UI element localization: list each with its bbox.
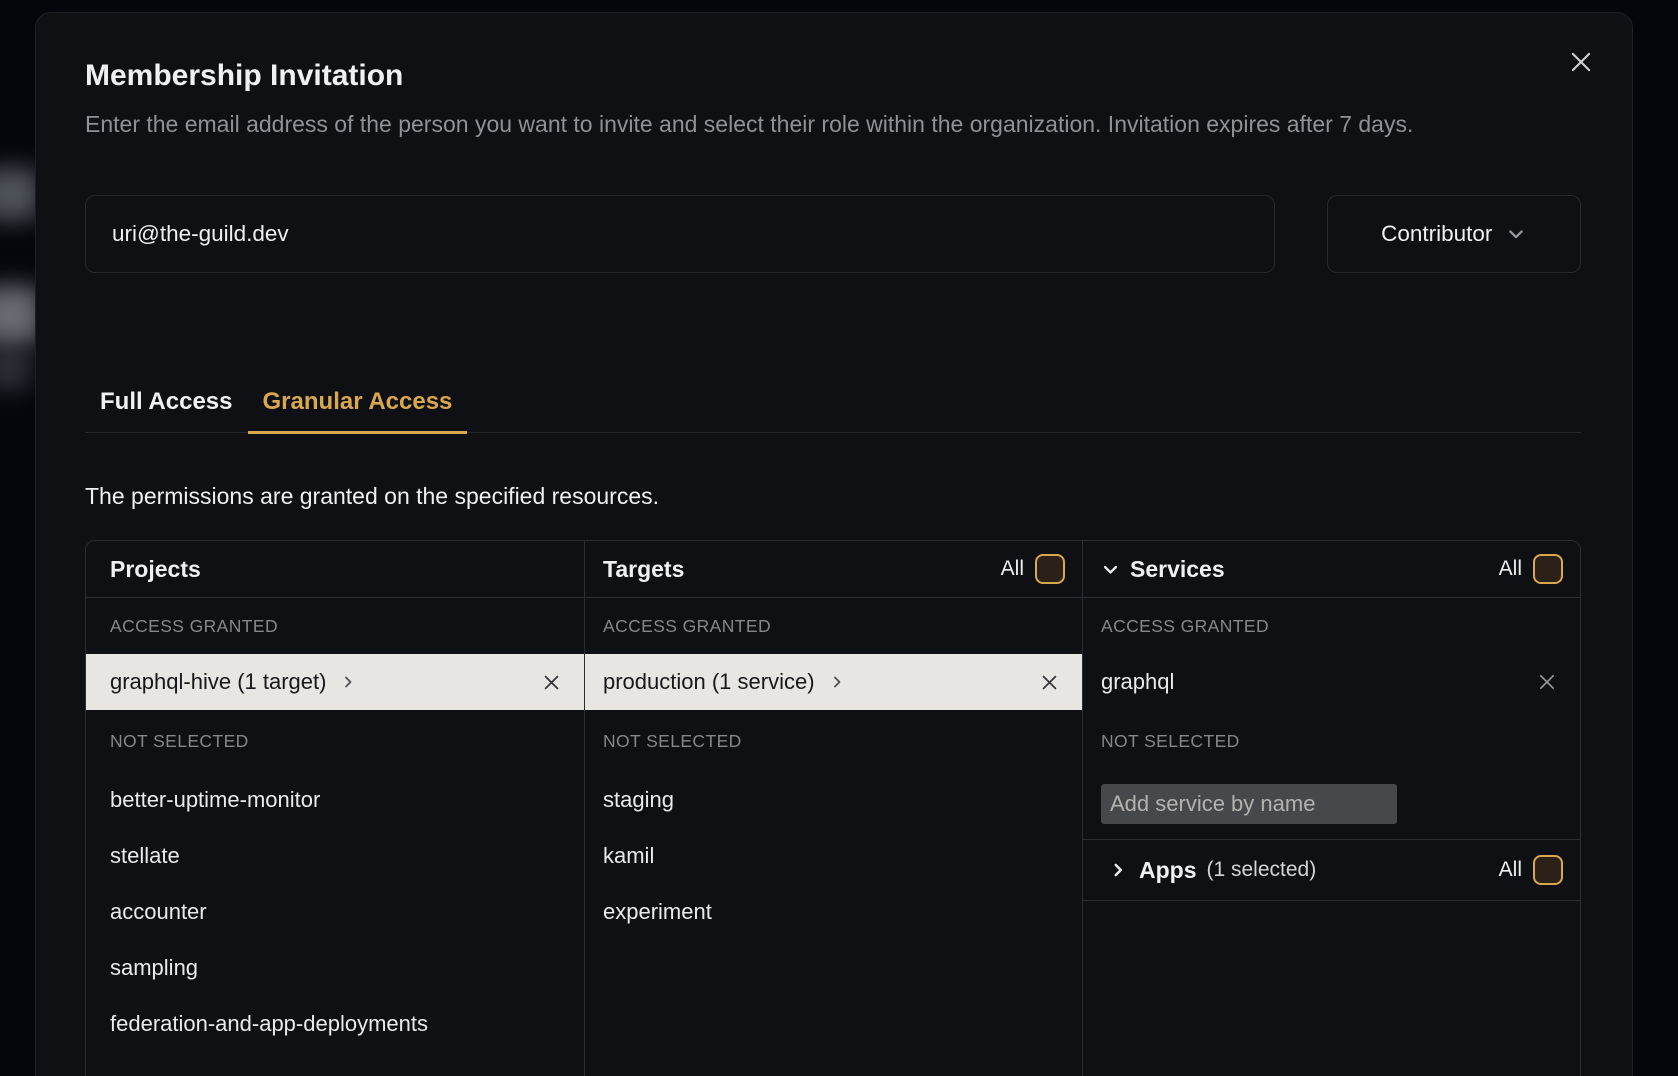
access-granted-label: ACCESS GRANTED	[86, 598, 584, 654]
services-all-checkbox[interactable]	[1533, 554, 1563, 584]
target-selected-row[interactable]: production (1 service)	[585, 654, 1082, 710]
project-item[interactable]: sampling	[86, 940, 584, 996]
chevron-right-icon	[829, 674, 845, 690]
projects-header-label: Projects	[110, 556, 201, 583]
services-all-label: All	[1499, 557, 1522, 581]
access-tabs: Full Access Granular Access	[85, 388, 1581, 433]
remove-icon[interactable]	[1039, 672, 1060, 693]
targets-all-label: All	[1001, 557, 1024, 581]
services-column: Services All ACCESS GRANTED graphql NOT …	[1082, 541, 1580, 1076]
project-selected-label: graphql-hive (1 target)	[110, 669, 326, 695]
access-granted-label: ACCESS GRANTED	[1083, 598, 1580, 654]
apps-all-label: All	[1499, 858, 1522, 882]
invite-row: Contributor	[85, 195, 1581, 273]
remove-icon[interactable]	[1536, 671, 1558, 693]
service-granted-label: graphql	[1101, 669, 1174, 695]
dialog-title: Membership Invitation	[85, 57, 1581, 95]
chevron-right-icon	[1109, 861, 1127, 879]
tab-granular-access[interactable]: Granular Access	[248, 388, 468, 434]
not-selected-label: NOT SELECTED	[1083, 710, 1580, 772]
project-item[interactable]: accounter	[86, 884, 584, 940]
targets-header: Targets All	[585, 541, 1082, 598]
project-item[interactable]: stellate	[86, 828, 584, 884]
access-granted-label: ACCESS GRANTED	[585, 598, 1082, 654]
projects-header: Projects	[86, 541, 584, 598]
apps-section-row[interactable]: Apps (1 selected) All	[1083, 840, 1580, 901]
remove-icon[interactable]	[541, 672, 562, 693]
chevron-down-icon	[1101, 560, 1120, 579]
targets-header-label: Targets	[603, 556, 684, 583]
close-icon	[1568, 49, 1594, 75]
project-item[interactable]: better-uptime-monitor	[86, 772, 584, 828]
apps-label: Apps	[1139, 857, 1197, 884]
project-selected-row[interactable]: graphql-hive (1 target)	[86, 654, 584, 710]
not-selected-label: NOT SELECTED	[86, 710, 584, 772]
background-blur-shape	[0, 168, 40, 220]
resources-table: Projects ACCESS GRANTED graphql-hive (1 …	[85, 540, 1581, 1076]
chevron-down-icon	[1506, 224, 1526, 244]
permissions-note: The permissions are granted on the speci…	[85, 483, 1581, 510]
project-item[interactable]: federation-and-app-deployments	[86, 996, 584, 1052]
service-granted-row[interactable]: graphql	[1083, 654, 1580, 710]
target-selected-label: production (1 service)	[603, 669, 815, 695]
close-button[interactable]	[1566, 47, 1596, 77]
role-select[interactable]: Contributor	[1327, 195, 1581, 273]
add-service-input[interactable]	[1101, 784, 1397, 824]
background-blur-shape	[0, 350, 32, 390]
services-header[interactable]: Services All	[1083, 541, 1580, 598]
role-select-value: Contributor	[1381, 221, 1492, 247]
targets-all-checkbox[interactable]	[1035, 554, 1065, 584]
email-input[interactable]	[85, 195, 1275, 273]
target-item[interactable]: kamil	[585, 828, 1082, 884]
projects-column: Projects ACCESS GRANTED graphql-hive (1 …	[86, 541, 584, 1076]
tab-full-access[interactable]: Full Access	[85, 388, 248, 432]
chevron-right-icon	[340, 674, 356, 690]
services-header-label: Services	[1130, 556, 1225, 583]
target-item[interactable]: staging	[585, 772, 1082, 828]
not-selected-label: NOT SELECTED	[585, 710, 1082, 772]
membership-invitation-dialog: Membership Invitation Enter the email ad…	[35, 12, 1633, 1076]
targets-column: Targets All ACCESS GRANTED production (1…	[584, 541, 1082, 1076]
apps-selected-count: (1 selected)	[1207, 858, 1317, 882]
apps-all-checkbox[interactable]	[1533, 855, 1563, 885]
dialog-description: Enter the email address of the person yo…	[85, 107, 1581, 142]
target-item[interactable]: experiment	[585, 884, 1082, 940]
